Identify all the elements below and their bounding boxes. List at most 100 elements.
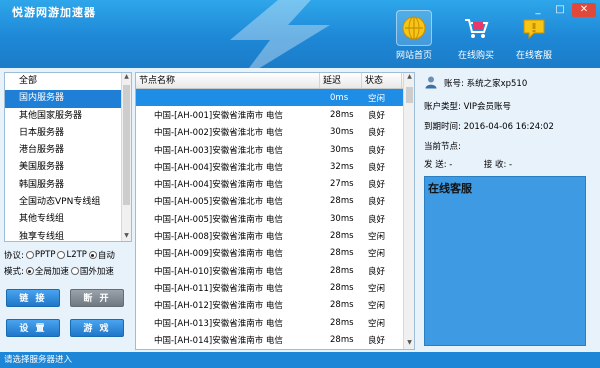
category-item[interactable]: 日本服务器: [5, 125, 131, 142]
user-avatar-icon: [425, 76, 437, 89]
lightning-decoration-icon: [230, 0, 330, 68]
online-support-panel[interactable]: 在线客服: [424, 176, 586, 346]
node-name: 中国-[AH-009]安徽省淮南市 电信: [154, 249, 283, 260]
column-header-latency[interactable]: 延迟: [320, 73, 362, 88]
settings-button[interactable]: 设 置: [6, 319, 60, 337]
table-row[interactable]: 中国-[AH-005]安徽省淮南市 电信 30ms 良好: [136, 210, 414, 227]
radio-l2tp-label: L2TP: [66, 250, 87, 260]
send-label: 发 送:: [424, 160, 447, 170]
account-type-label: 账户类型:: [424, 102, 461, 112]
expire-value: 2016-04-06 16:24:02: [463, 122, 554, 132]
column-header-name[interactable]: 节点名称: [136, 73, 320, 88]
table-header: 节点名称 延迟 状态: [136, 73, 414, 89]
radio-overseas-label: 国外加速: [79, 267, 114, 277]
node-latency: 30ms: [330, 144, 354, 155]
nav-buy[interactable]: 在线购买: [446, 10, 506, 64]
table-scrollbar[interactable]: ▲ ▼: [403, 73, 414, 349]
nav-support[interactable]: 在线客服: [504, 10, 564, 64]
radio-global-label: 全局加速: [34, 267, 69, 277]
node-name: 中国-[AH-001]安徽省淮南市 电信: [154, 110, 283, 121]
table-row[interactable]: 中国-[AH-001]安徽省淮南市 电信 28ms 良好: [136, 106, 414, 123]
node-name: 中国-[AH-014]安徽省淮南市 电信: [154, 335, 283, 346]
protocol-options: 协议: PPTP L2TP 自动: [4, 248, 115, 262]
close-button[interactable]: ✕: [572, 3, 596, 17]
node-table[interactable]: 节点名称 延迟 状态 0ms 空闲 中国-[AH-001]安徽省淮南市 电信 2…: [135, 72, 415, 350]
radio-auto[interactable]: [88, 251, 97, 259]
category-item[interactable]: 国内服务器: [5, 90, 131, 108]
category-item[interactable]: 独享专线组: [5, 229, 131, 241]
scrollbar-thumb[interactable]: [406, 87, 413, 103]
current-node-label: 当前节点:: [424, 142, 461, 152]
category-item[interactable]: 全部: [5, 73, 131, 90]
receive-label: 接 收:: [483, 160, 507, 170]
nav-support-label: 在线客服: [515, 51, 552, 61]
node-name: 中国-[AH-003]安徽省淮北市 电信: [154, 145, 283, 156]
node-latency: 28ms: [330, 334, 354, 345]
category-item[interactable]: 其他国家服务器: [5, 108, 131, 125]
table-row[interactable]: 中国-[AH-012]安徽省淮南市 电信 28ms 空闲: [136, 297, 414, 314]
radio-auto-label: 自动: [97, 251, 115, 261]
nav-home[interactable]: 网站首页: [384, 10, 444, 64]
node-name: 中国-[AH-004]安徽省淮北市 电信: [154, 162, 283, 173]
table-row[interactable]: 中国-[AH-004]安徽省淮南市 电信 27ms 良好: [136, 175, 414, 192]
node-status: 空闲: [368, 93, 386, 104]
table-row[interactable]: 中国-[AH-010]安徽省淮南市 电信 28ms 良好: [136, 262, 414, 279]
node-latency: 28ms: [330, 248, 354, 259]
node-latency: 28ms: [330, 317, 354, 328]
mode-label: 模式:: [4, 267, 24, 277]
table-row[interactable]: 中国-[AH-011]安徽省淮南市 电信 28ms 空闲: [136, 279, 414, 296]
column-header-status[interactable]: 状态: [362, 73, 402, 88]
node-latency: 28ms: [330, 231, 354, 242]
table-row[interactable]: 中国-[AH-002]安徽省淮北市 电信 30ms 良好: [136, 124, 414, 141]
category-item[interactable]: 韩国服务器: [5, 177, 131, 194]
node-latency: 28ms: [330, 265, 354, 276]
scroll-up-arrow-icon[interactable]: ▲: [122, 73, 131, 82]
category-item[interactable]: 其他专线组: [5, 211, 131, 228]
account-label: 账号:: [444, 79, 464, 89]
account-info-panel: 账号: 系统之家xp510 账户类型: VIP会员账号 到期时间: 2016-0…: [420, 72, 596, 350]
radio-global[interactable]: [25, 267, 34, 275]
node-latency: 28ms: [330, 300, 354, 311]
node-status: 良好: [368, 162, 386, 173]
table-row[interactable]: 中国-[AH-004]安徽省淮北市 电信 32ms 良好: [136, 158, 414, 175]
table-row[interactable]: 中国-[AH-014]安徽省淮南市 电信 28ms 良好: [136, 331, 414, 348]
cart-icon: [458, 10, 494, 46]
node-name: 中国-[AH-005]安徽省淮北市 电信: [154, 197, 283, 208]
table-row[interactable]: 中国-[AH-003]安徽省淮北市 电信 30ms 良好: [136, 141, 414, 158]
node-status: 空闲: [368, 283, 386, 294]
table-row[interactable]: 中国-[AH-013]安徽省淮南市 电信 28ms 空闲: [136, 314, 414, 331]
category-scrollbar[interactable]: ▲ ▼: [121, 73, 131, 241]
connect-button[interactable]: 链 接: [6, 289, 60, 307]
node-status: 空闲: [368, 301, 386, 312]
chat-bubble-icon: [516, 10, 552, 46]
node-status: 良好: [368, 266, 386, 277]
account-row: 账号: 系统之家xp510: [444, 77, 527, 89]
radio-pptp-label: PPTP: [34, 250, 56, 260]
table-row[interactable]: 中国-[AH-009]安徽省淮南市 电信 28ms 空闲: [136, 245, 414, 262]
scroll-down-arrow-icon[interactable]: ▼: [122, 232, 131, 241]
disconnect-button[interactable]: 断 开: [70, 289, 124, 307]
node-name: 中国-[AH-002]安徽省淮北市 电信: [154, 128, 283, 139]
category-item[interactable]: 美国服务器: [5, 159, 131, 176]
table-row[interactable]: 中国-[AH-008]安徽省淮南市 电信 28ms 空闲: [136, 227, 414, 244]
node-name: 中国-[AH-011]安徽省淮南市 电信: [154, 283, 283, 294]
node-latency: 28ms: [330, 109, 354, 120]
category-item[interactable]: 港台服务器: [5, 142, 131, 159]
table-row[interactable]: 0ms 空闲: [136, 89, 414, 107]
table-row[interactable]: 中国-[AH-005]安徽省淮北市 电信 28ms 良好: [136, 193, 414, 210]
category-item[interactable]: 全国动态VPN专线组: [5, 194, 131, 211]
send-value: -: [449, 160, 453, 170]
scrollbar-thumb[interactable]: [123, 85, 130, 205]
account-type-row: 账户类型: VIP会员账号: [424, 100, 511, 112]
server-category-list[interactable]: 全部 国内服务器 其他国家服务器 日本服务器 港台服务器 美国服务器 韩国服务器…: [4, 72, 132, 242]
radio-overseas[interactable]: [70, 267, 79, 275]
games-button[interactable]: 游 戏: [70, 319, 124, 337]
current-node-row: 当前节点:: [424, 140, 461, 152]
radio-pptp[interactable]: [25, 251, 34, 259]
node-latency: 30ms: [330, 127, 354, 138]
table-body: 0ms 空闲 中国-[AH-001]安徽省淮南市 电信 28ms 良好 中国-[…: [136, 89, 414, 348]
scroll-up-arrow-icon[interactable]: ▲: [404, 73, 414, 83]
scroll-down-arrow-icon[interactable]: ▼: [404, 339, 414, 349]
radio-l2tp[interactable]: [57, 251, 66, 259]
node-status: 良好: [368, 214, 386, 225]
